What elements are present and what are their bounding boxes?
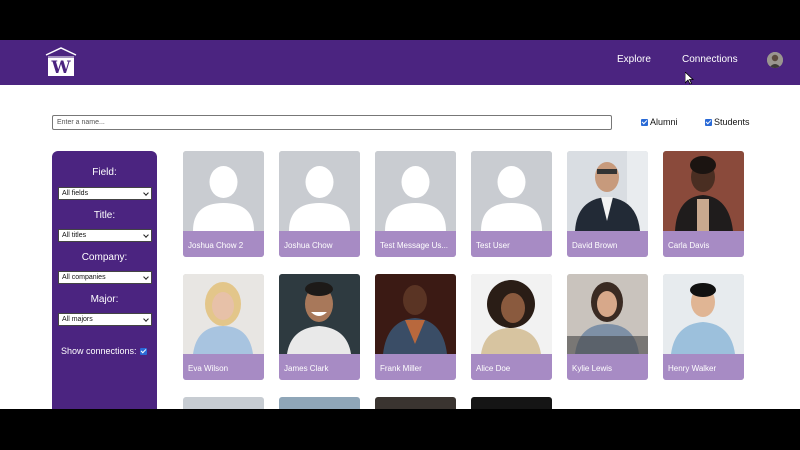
profile-placeholder-icon [471,151,552,231]
chevron-down-icon [143,316,149,322]
major-select-value: All majors [62,316,93,323]
field-select[interactable]: All fields [58,187,152,200]
show-connections-toggle[interactable]: Show connections: [61,346,147,356]
person-name: James Clark [279,354,360,380]
avatar-photo [767,52,783,68]
alumni-label: Alumni [650,117,678,127]
show-connections-label: Show connections: [61,346,137,356]
person-card-partial[interactable] [375,397,456,409]
field-select-value: All fields [62,190,89,197]
app-viewport: W Explore Connections Alumni Students Fi… [0,40,800,409]
profile-photo [183,274,264,354]
person-card[interactable]: Alice Doe [471,274,552,380]
mouse-cursor-icon [685,72,694,85]
filter-sidebar: Field: All fields Title: All titles Comp… [52,151,157,409]
person-name: Kylie Lewis [567,354,648,380]
students-checkbox[interactable]: Students [705,117,750,127]
person-card[interactable]: James Clark [279,274,360,380]
person-name: Test User [471,231,552,257]
nav-connections-link[interactable]: Connections [682,54,738,65]
company-select[interactable]: All companies [58,271,152,284]
alumni-checkbox[interactable]: Alumni [641,117,678,127]
profile-photo [663,151,744,231]
person-card[interactable]: Test User [471,151,552,257]
person-card[interactable]: Joshua Chow [279,151,360,257]
profile-placeholder-icon [375,151,456,231]
person-name: Test Message Us... [375,231,456,257]
major-filter-label: Major: [90,294,119,305]
person-card[interactable]: David Brown [567,151,648,257]
students-label: Students [714,117,750,127]
navbar: W Explore Connections [0,40,800,85]
profile-photo [279,274,360,354]
person-card[interactable]: Joshua Chow 2 [183,151,264,257]
person-name: David Brown [567,231,648,257]
user-avatar[interactable] [767,52,783,68]
company-filter-label: Company: [81,252,128,263]
chevron-down-icon [143,274,149,280]
profile-photo [567,151,648,231]
person-card[interactable]: Test Message Us... [375,151,456,257]
title-select[interactable]: All titles [58,229,152,242]
profile-placeholder-icon [183,151,264,231]
person-name: Joshua Chow [279,231,360,257]
person-name: Joshua Chow 2 [183,231,264,257]
person-card-partial[interactable] [279,397,360,409]
company-select-value: All companies [62,274,106,281]
person-name: Eva Wilson [183,354,264,380]
profile-photo [375,274,456,354]
person-name: Alice Doe [471,354,552,380]
person-card[interactable]: Frank Miller [375,274,456,380]
person-card[interactable]: Carla Davis [663,151,744,257]
title-filter-label: Title: [93,210,116,221]
svg-text:W: W [50,58,71,78]
checkbox-checked-icon[interactable] [641,118,648,126]
person-card[interactable]: Henry Walker [663,274,744,380]
checkbox-checked-icon[interactable] [139,347,147,355]
chevron-down-icon [143,190,149,196]
chevron-down-icon [143,232,149,238]
profile-placeholder-icon [279,151,360,231]
person-card[interactable]: Eva Wilson [183,274,264,380]
person-card-partial[interactable] [471,397,552,409]
name-search-input[interactable] [52,115,612,130]
university-logo-icon[interactable]: W [44,46,78,78]
major-select[interactable]: All majors [58,313,152,326]
profile-photo [567,274,648,354]
profile-photo [471,274,552,354]
profile-photo [663,274,744,354]
person-name: Frank Miller [375,354,456,380]
field-filter-label: Field: [92,167,117,178]
person-card-partial[interactable] [183,397,264,409]
title-select-value: All titles [62,232,87,239]
person-name: Carla Davis [663,231,744,257]
person-name: Henry Walker [663,354,744,380]
checkbox-checked-icon[interactable] [705,118,712,126]
nav-explore-link[interactable]: Explore [617,54,651,65]
person-card[interactable]: Kylie Lewis [567,274,648,380]
